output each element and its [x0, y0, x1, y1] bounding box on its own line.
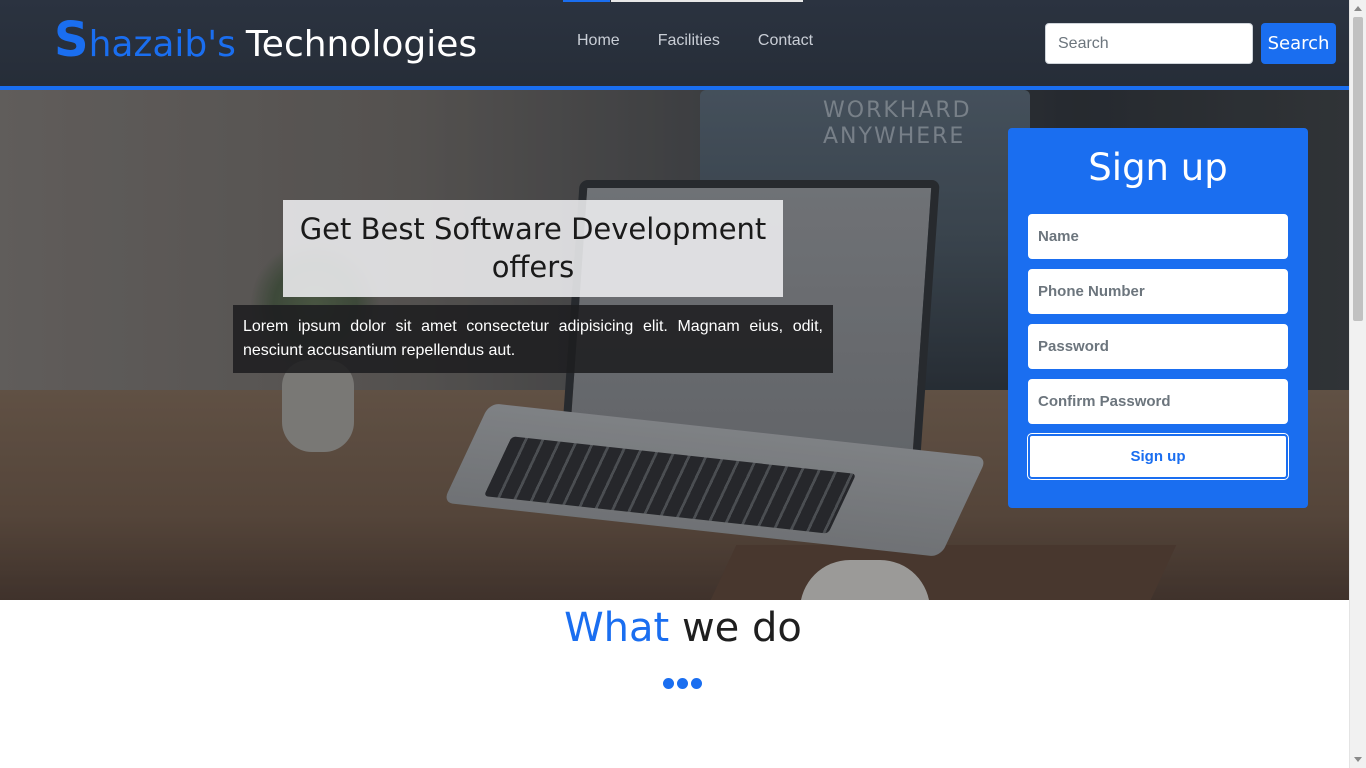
main-nav: Home Facilities Contact [577, 32, 851, 50]
page-scrollbar[interactable] [1349, 0, 1366, 768]
navbar: S hazaib's Technologies Home Facilities … [0, 0, 1349, 90]
dot-icon [677, 678, 688, 689]
search-button[interactable]: Search [1261, 23, 1336, 64]
password-field[interactable] [1028, 324, 1288, 369]
nav-link-home[interactable]: Home [577, 32, 620, 50]
hero-title: Get Best Software Development offers [299, 212, 767, 284]
hero-section: WORKHARD ANYWHERE Get Best Software Deve… [0, 90, 1349, 600]
hero-title-box: Get Best Software Development offers [283, 200, 783, 297]
brand-suffix: Technologies [245, 24, 478, 65]
section-title-rest: we do [669, 605, 802, 651]
section-title: What we do [0, 604, 1366, 652]
phone-field[interactable] [1028, 269, 1288, 314]
nav-link-contact[interactable]: Contact [758, 32, 813, 50]
indicator-segment-active [563, 0, 610, 2]
dot-icon [663, 678, 674, 689]
section-title-highlight: What [564, 605, 670, 651]
signup-button[interactable]: Sign up [1028, 434, 1288, 479]
brand-name: hazaib's [88, 24, 236, 65]
indicator-segment [611, 0, 803, 2]
name-field[interactable] [1028, 214, 1288, 259]
signup-title: Sign up [1088, 146, 1228, 189]
nav-link-facilities[interactable]: Facilities [658, 32, 720, 50]
confirm-password-field[interactable] [1028, 379, 1288, 424]
hero-description-box: Lorem ipsum dolor sit amet consectetur a… [233, 305, 833, 373]
dot-icon [691, 678, 702, 689]
top-indicator-strip [563, 0, 803, 2]
signup-form: Sign up Sign up [1008, 128, 1308, 508]
hero-description: Lorem ipsum dolor sit amet consectetur a… [243, 318, 823, 359]
scroll-up-arrow-icon[interactable] [1354, 6, 1362, 11]
scrollbar-thumb[interactable] [1353, 17, 1363, 321]
scroll-down-arrow-icon[interactable] [1354, 757, 1362, 762]
what-we-do-section: What we do [0, 600, 1349, 768]
brand-logo[interactable]: S hazaib's Technologies [54, 14, 477, 66]
section-divider-dots [663, 678, 702, 689]
search-input[interactable] [1045, 23, 1253, 64]
brand-initial: S [54, 12, 89, 68]
